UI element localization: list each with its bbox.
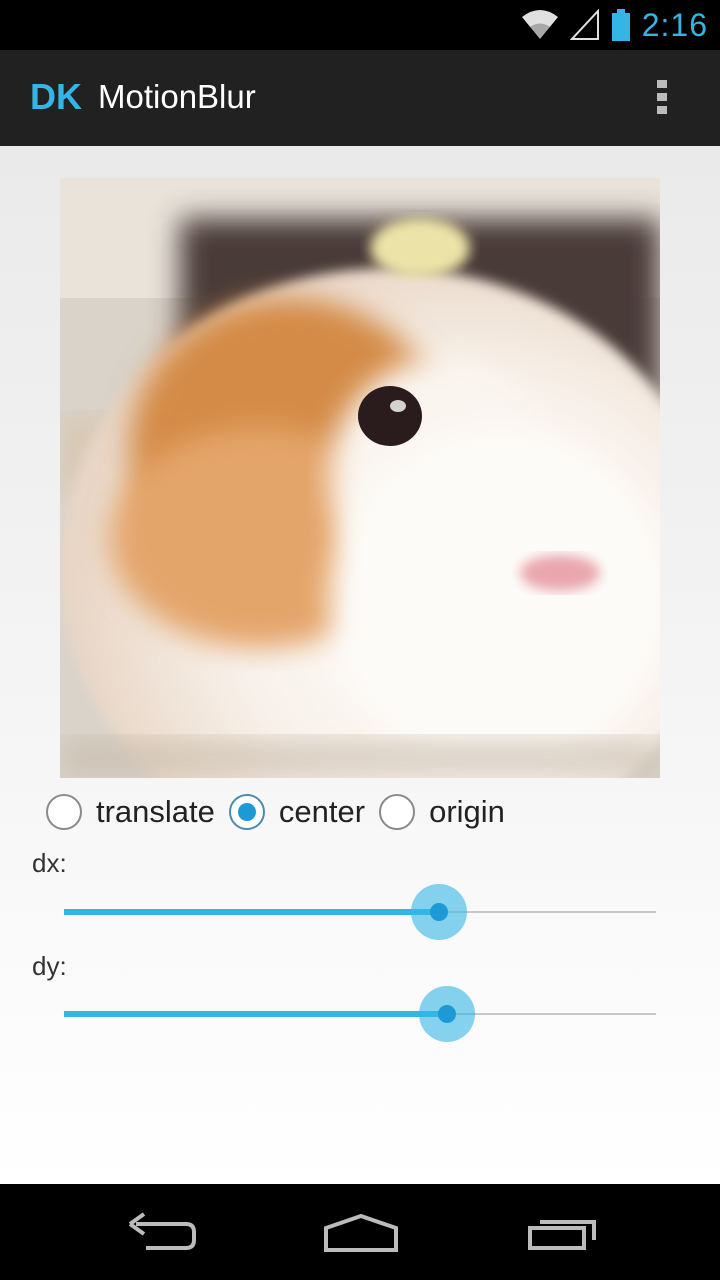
hamster-photo (60, 178, 660, 778)
overflow-menu-icon (642, 80, 682, 114)
back-button[interactable] (116, 1202, 206, 1262)
recent-apps-icon (528, 1220, 596, 1250)
navigation-bar (0, 1184, 720, 1280)
radio-translate-button[interactable] (46, 794, 82, 830)
signal-icon (569, 9, 599, 40)
radio-translate-label: translate (96, 794, 215, 829)
dy-slider[interactable] (64, 984, 656, 1044)
preview-image (60, 178, 660, 778)
radio-origin[interactable]: origin (379, 794, 505, 830)
status-time: 2:16 (641, 6, 708, 43)
dx-slider-thumb[interactable] (429, 903, 448, 921)
dy-slider-thumb[interactable] (438, 1005, 457, 1023)
app-logo: DK (30, 76, 82, 117)
mode-radio-group: translate center origin (46, 792, 519, 832)
dx-label: dx: (32, 848, 67, 878)
recent-apps-button[interactable] (518, 1202, 608, 1262)
main-content: translate center origin dx: dy: (0, 146, 720, 1184)
status-bar: 2:16 (0, 0, 720, 50)
radio-center-button[interactable] (228, 794, 265, 830)
home-button[interactable] (316, 1202, 406, 1262)
dy-label: dy: (32, 951, 67, 981)
dy-slider-fill (64, 1011, 448, 1017)
radio-center-label: center (278, 794, 366, 829)
wifi-icon (521, 10, 558, 39)
radio-origin-label: origin (429, 794, 505, 829)
battery-icon (611, 9, 630, 41)
radio-translate[interactable]: translate (46, 794, 215, 830)
app-title: MotionBlur (98, 78, 256, 115)
radio-center[interactable]: center (228, 794, 366, 830)
dx-slider-fill (64, 909, 439, 915)
overflow-menu-button[interactable] (642, 80, 682, 120)
radio-origin-button[interactable] (379, 794, 416, 830)
home-icon (324, 1213, 398, 1252)
dx-slider[interactable] (64, 882, 656, 942)
back-icon (128, 1212, 196, 1250)
action-bar: DK MotionBlur (0, 50, 720, 146)
